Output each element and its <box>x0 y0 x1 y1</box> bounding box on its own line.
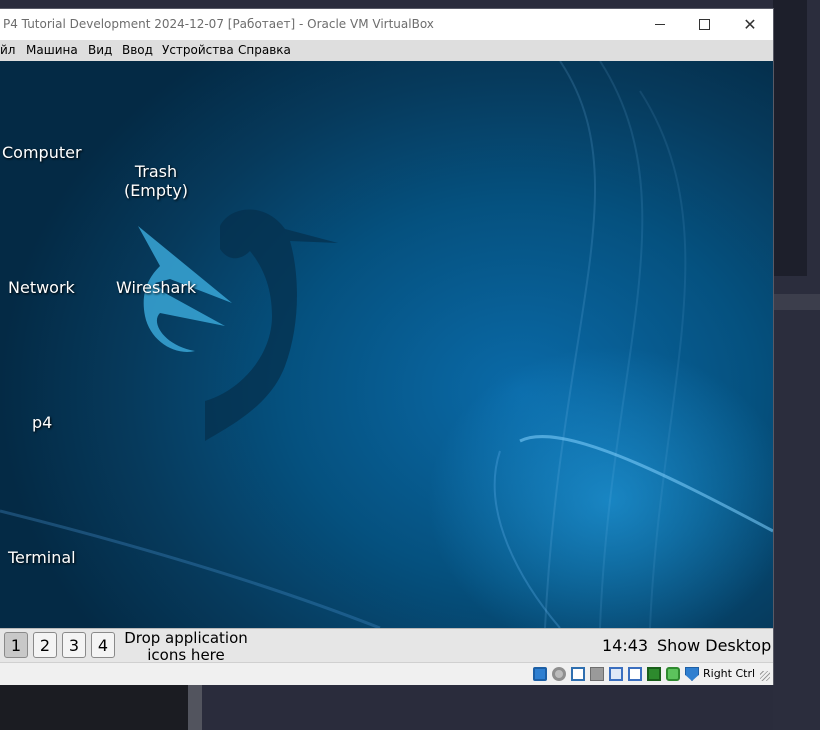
desktop-icon-computer[interactable]: Computer <box>2 143 82 162</box>
shared-folders-icon[interactable] <box>609 667 623 681</box>
close-button[interactable]: ✕ <box>727 9 773 40</box>
workspace-3-button[interactable]: 3 <box>62 632 86 658</box>
display-icon[interactable] <box>628 667 642 681</box>
desktop-icon-label: p4 <box>32 413 53 432</box>
guest-desktop[interactable]: Computer Trash (Empty) Network Wireshark… <box>0 61 773 628</box>
desktop-icon-label: Terminal <box>8 548 76 567</box>
host-key-label[interactable]: Right Ctrl <box>703 667 755 680</box>
hard-disk-icon[interactable] <box>533 667 547 681</box>
menu-input[interactable]: Ввод <box>122 43 153 57</box>
keyboard-icon[interactable] <box>685 667 699 681</box>
vbox-status-bar: Right Ctrl <box>0 662 773 685</box>
clock[interactable]: 14:43 <box>602 636 648 655</box>
menu-bar: йл Машина Вид Ввод Устройства Справка <box>0 40 773 62</box>
host-window-edge-bottom <box>188 684 202 730</box>
workspace-1-button[interactable]: 1 <box>4 632 28 658</box>
workspace-2-button[interactable]: 2 <box>33 632 57 658</box>
desktop-icon-p4[interactable]: p4 <box>32 413 52 432</box>
network-icon[interactable] <box>571 667 585 681</box>
video-capture-icon[interactable] <box>647 667 661 681</box>
usb-icon[interactable] <box>590 667 604 681</box>
minimize-button[interactable] <box>637 9 683 40</box>
optical-drive-icon[interactable] <box>552 667 566 681</box>
workspace-4-button[interactable]: 4 <box>91 632 115 658</box>
desktop-icon-label: Trash (Empty) <box>123 162 189 200</box>
show-desktop-button[interactable]: Show Desktop <box>657 636 771 655</box>
maximize-icon <box>698 19 710 30</box>
desktop-icon-trash[interactable]: Trash (Empty) <box>116 143 196 200</box>
desktop-icon-label: Wireshark <box>116 278 197 297</box>
maximize-button[interactable] <box>681 9 727 40</box>
menu-view[interactable]: Вид <box>88 43 112 57</box>
resize-grip-icon[interactable] <box>760 671 770 681</box>
guest-taskbar: 1 2 3 4 Drop application icons here 14:4… <box>0 628 773 664</box>
window-title: P4 Tutorial Development 2024-12-07 [Рабо… <box>3 17 434 31</box>
menu-file[interactable]: йл <box>0 43 15 57</box>
desktop-icon-network[interactable]: Network <box>8 278 75 297</box>
menu-machine[interactable]: Машина <box>26 43 78 57</box>
desktop-icon-label: Network <box>8 278 75 297</box>
virtualbox-window: P4 Tutorial Development 2024-12-07 [Рабо… <box>0 9 773 685</box>
minimize-icon <box>655 24 665 25</box>
desktop-icon-wireshark[interactable]: Wireshark <box>116 278 196 297</box>
launcher-drop-zone[interactable]: Drop application icons here <box>124 630 248 664</box>
host-taskbar-area <box>0 684 190 730</box>
menu-devices[interactable]: Устройства <box>162 43 234 57</box>
menu-help[interactable]: Справка <box>238 43 291 57</box>
host-window-behind <box>773 0 807 276</box>
desktop-icon-terminal[interactable]: Terminal <box>8 548 76 567</box>
desktop-icon-label: Computer <box>2 143 82 162</box>
host-window-edge <box>773 294 820 310</box>
cpu-icon[interactable] <box>666 667 680 681</box>
title-bar[interactable]: P4 Tutorial Development 2024-12-07 [Рабо… <box>0 9 773 40</box>
close-icon: ✕ <box>743 14 757 34</box>
